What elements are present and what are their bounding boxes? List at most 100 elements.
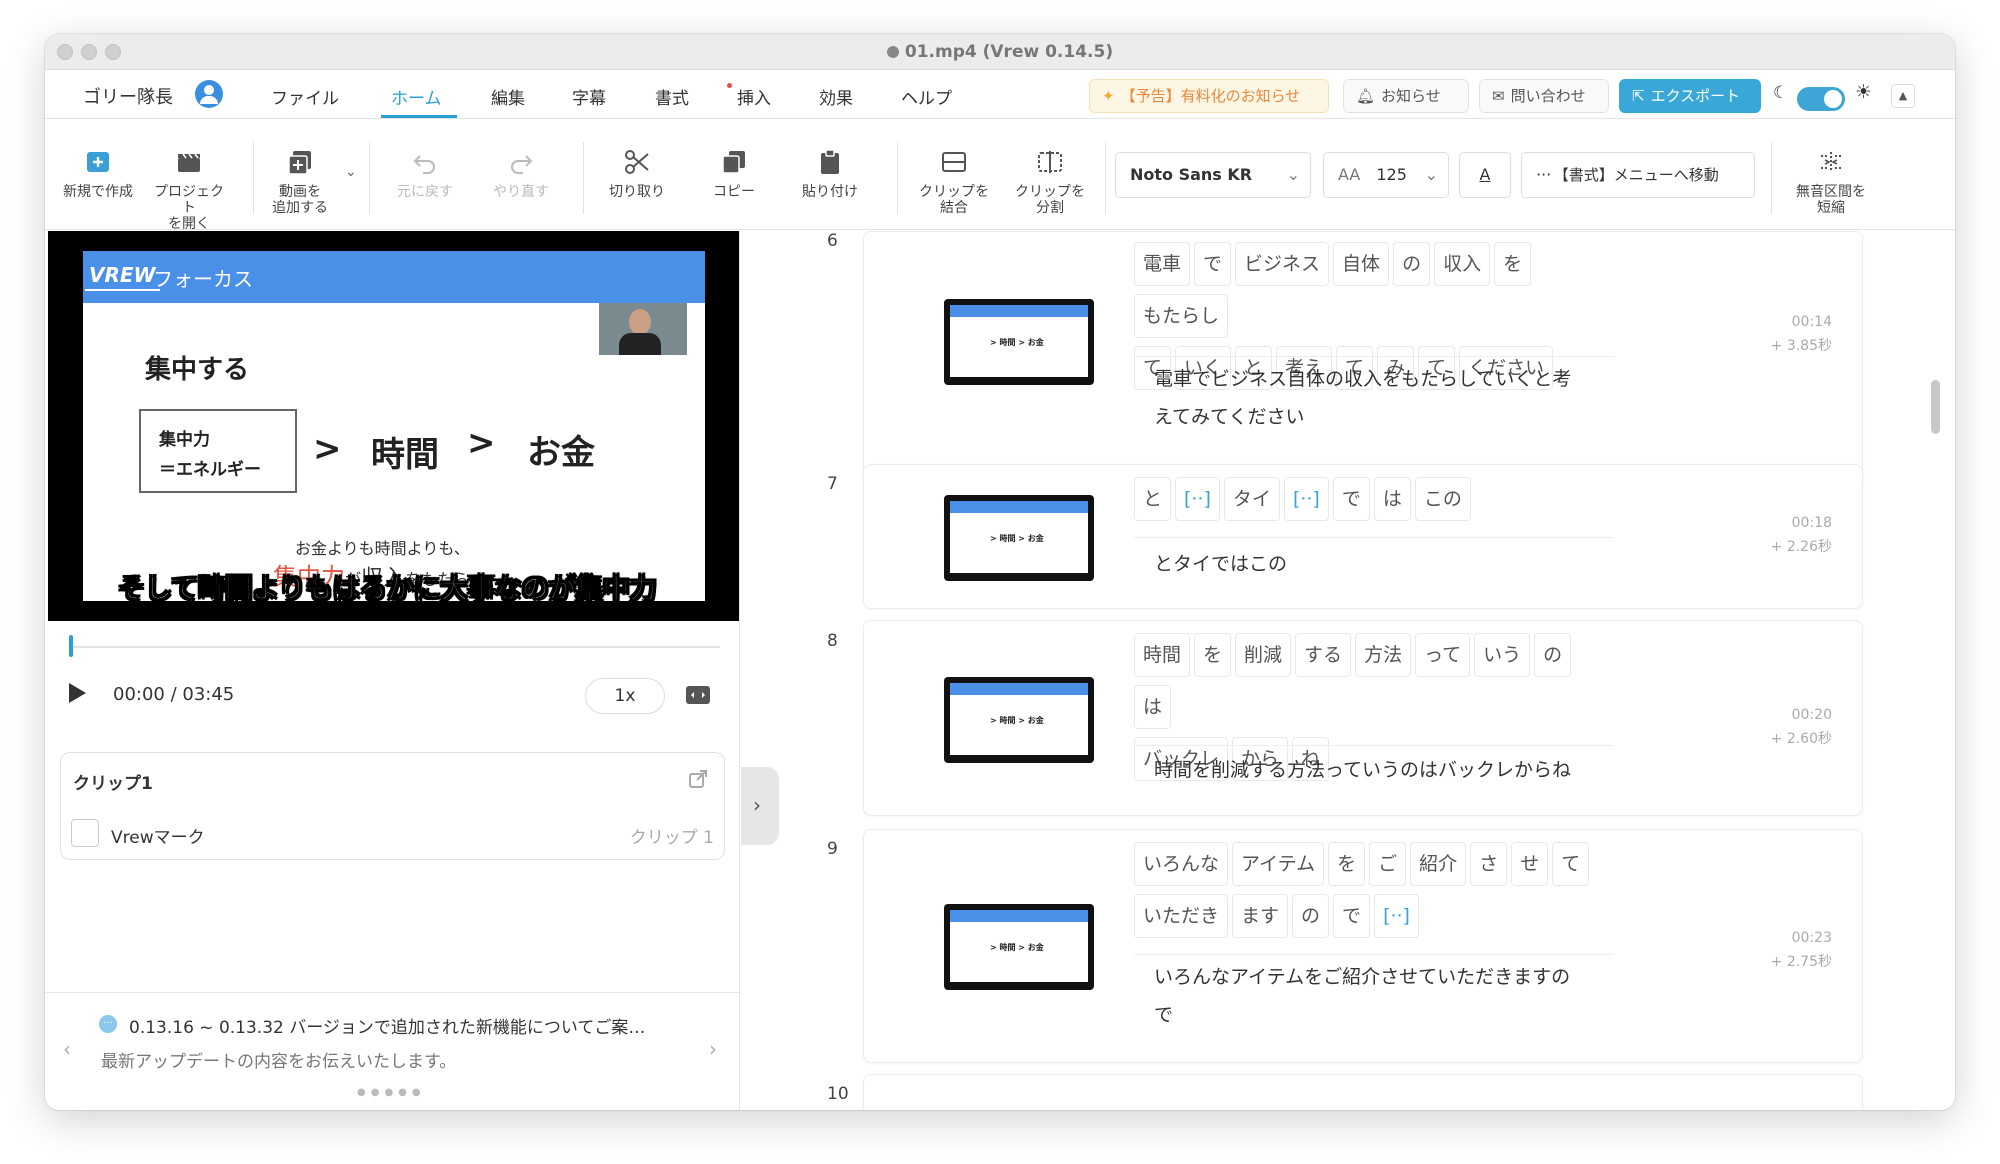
word-chip[interactable]: ます — [1232, 894, 1289, 938]
word-chip[interactable]: ビジネス — [1235, 242, 1330, 286]
menu-format[interactable]: 書式 — [655, 84, 689, 109]
subtitle-text[interactable]: いろんなアイテムをご紹介させていただきますので — [1154, 958, 1614, 1034]
word-chip[interactable]: もたらし — [1134, 294, 1229, 338]
shorten-silence-button[interactable]: 無音区間を 短縮 — [1783, 148, 1879, 216]
word-chip[interactable]: 収入 — [1434, 242, 1491, 286]
word-chip[interactable]: 削減 — [1235, 633, 1292, 677]
collapse-toolbar-button[interactable]: ▲ — [1891, 84, 1915, 108]
news-title[interactable]: 0.13.16 ~ 0.13.32 バージョンで追加された新機能についてご案… — [129, 1013, 645, 1038]
menu-home[interactable]: ホーム — [391, 84, 442, 109]
subtitle-text[interactable]: 時間を削減する方法っていうのはバックレからね — [1154, 751, 1614, 789]
word-chip[interactable]: せ — [1511, 842, 1549, 886]
font-size-select[interactable]: AA 125 ⌄ — [1323, 152, 1449, 198]
play-icon[interactable] — [67, 682, 87, 704]
word-chip[interactable]: いう — [1474, 633, 1531, 677]
word-chip[interactable]: さ — [1470, 842, 1508, 886]
word-chip[interactable]: は — [1373, 477, 1411, 521]
merge-clips-button[interactable]: クリップを 結合 — [913, 148, 995, 216]
subtitle-text[interactable]: 電車でビジネス自体の収入をもたらしていくと考 えてみてください — [1154, 360, 1614, 436]
word-chip[interactable]: 電車 — [1134, 242, 1191, 286]
word-chip[interactable]: を — [1328, 842, 1366, 886]
panel-divider — [739, 231, 740, 1110]
playback-speed-button[interactable]: 1x — [585, 678, 665, 714]
clip-row[interactable]: 電車でビジネス自体の収入をもたらしていくと考えてみてください 電車でビジネス自体… — [863, 231, 1863, 485]
clip-thumbnail[interactable] — [944, 495, 1094, 581]
seek-bar[interactable] — [70, 646, 720, 648]
word-chip[interactable]: 自体 — [1333, 242, 1390, 286]
word-chip[interactable]: ご — [1369, 842, 1407, 886]
chevron-down-icon[interactable]: ⌄ — [345, 164, 357, 180]
word-chip[interactable]: の — [1292, 894, 1330, 938]
chevron-left-icon[interactable]: ‹ — [63, 1037, 71, 1061]
word-chip[interactable]: って — [1415, 633, 1471, 677]
menu-file[interactable]: ファイル — [271, 84, 339, 109]
word-chip[interactable]: で — [1194, 242, 1232, 286]
copy-button[interactable]: コピー — [701, 148, 767, 200]
word-chip[interactable]: で — [1333, 894, 1371, 938]
menu-insert[interactable]: 挿入 — [737, 84, 771, 109]
new-project-button[interactable]: 新規で作成 — [59, 148, 137, 200]
word-chip[interactable]: の — [1393, 242, 1431, 286]
notice-button[interactable]: 🔔︎ お知らせ — [1343, 79, 1469, 113]
collapse-panel-button[interactable]: › — [741, 767, 779, 845]
word-chip[interactable]: の — [1534, 633, 1572, 677]
clip-list-scrollbar[interactable] — [1931, 380, 1940, 434]
ad-notice-button[interactable]: ✦ 【予告】有料化のお知らせ — [1089, 79, 1329, 113]
word-chip[interactable]: いただき — [1134, 894, 1229, 938]
undo-button[interactable]: 元に戻す — [389, 148, 461, 200]
word-chip[interactable]: タイ — [1223, 477, 1280, 521]
word-chip[interactable]: は — [1134, 685, 1172, 729]
silence-chip[interactable]: [··] — [1374, 894, 1419, 938]
word-chip[interactable]: 時間 — [1134, 633, 1191, 677]
vrew-mark-checkbox[interactable] — [71, 819, 99, 847]
clip-row[interactable] — [863, 1074, 1863, 1110]
format-menu-button[interactable]: ··· 【書式】メニューへ移動 — [1521, 152, 1755, 198]
word-chip[interactable]: て — [1552, 842, 1590, 886]
cut-button[interactable]: 切り取り — [599, 148, 675, 200]
contact-button[interactable]: ✉ 問い合わせ — [1479, 79, 1609, 113]
word-chip[interactable]: と — [1134, 477, 1172, 521]
split-icon — [1038, 151, 1062, 173]
word-chip[interactable]: この — [1414, 477, 1471, 521]
font-color-button[interactable]: A — [1459, 152, 1511, 198]
user-name[interactable]: ゴリー隊長 — [83, 83, 173, 109]
merge-icon — [942, 152, 966, 172]
subtitle-text[interactable]: とタイではこの — [1154, 545, 1614, 583]
dark-mode-toggle[interactable] — [1797, 87, 1845, 111]
menu-subtitle[interactable]: 字幕 — [572, 84, 606, 109]
silence-chip[interactable]: [··] — [1283, 477, 1329, 521]
clip-row[interactable]: 時間を削減する方法っていうのはバックレからね 時間を削減する方法っていうのはバッ… — [863, 620, 1863, 816]
user-avatar-icon[interactable] — [195, 80, 223, 108]
split-clip-button[interactable]: クリップを 分割 — [1009, 148, 1091, 216]
format-menu-label: 【書式】メニューへ移動 — [1561, 166, 1719, 184]
word-chip[interactable]: する — [1295, 633, 1352, 677]
word-chip[interactable]: で — [1332, 477, 1370, 521]
word-chip[interactable]: を — [1194, 633, 1232, 677]
menu-help[interactable]: ヘルプ — [901, 84, 952, 109]
word-chip[interactable]: 方法 — [1355, 633, 1412, 677]
chevron-right-icon[interactable]: › — [709, 1037, 717, 1061]
clip-thumbnail[interactable] — [944, 904, 1094, 990]
word-chip[interactable]: いろんな — [1134, 842, 1229, 886]
word-chip[interactable]: 紹介 — [1410, 842, 1467, 886]
seek-handle[interactable] — [69, 635, 73, 657]
silence-chip[interactable]: [··] — [1175, 477, 1220, 521]
clip-row[interactable]: いろんなアイテムをご紹介させていただきますので[··] いろんなアイテムをご紹介… — [863, 829, 1863, 1063]
add-video-button[interactable]: 動画を 追加する — [267, 148, 333, 216]
menu-effects[interactable]: 効果 — [819, 84, 853, 109]
export-button[interactable]: ⇱ エクスポート — [1619, 79, 1761, 113]
word-chip[interactable]: アイテム — [1232, 842, 1325, 886]
clip-row[interactable]: と[··]タイ[··]ではこの とタイではこの 00:18+ 2.26秒 — [863, 464, 1863, 609]
clip-thumbnail[interactable] — [944, 677, 1094, 763]
word-chip[interactable]: を — [1494, 242, 1532, 286]
redo-button[interactable]: やり直す — [485, 148, 557, 200]
fullscreen-icon[interactable] — [685, 685, 711, 705]
clip-thumbnail[interactable] — [944, 299, 1094, 385]
open-project-button[interactable]: プロジェクト を開く — [149, 148, 229, 232]
paste-button[interactable]: 貼り付け — [795, 148, 865, 200]
font-family-select[interactable]: Noto Sans KR ⌄ — [1115, 152, 1311, 198]
clip-thumbnail-slide — [950, 910, 1088, 982]
video-preview[interactable]: VREW フォーカス 集中する 集中力 ＝エネルギー > 時間 > お金 お金よ… — [48, 231, 740, 621]
open-external-icon[interactable] — [688, 769, 708, 789]
menu-edit[interactable]: 編集 — [491, 84, 525, 109]
